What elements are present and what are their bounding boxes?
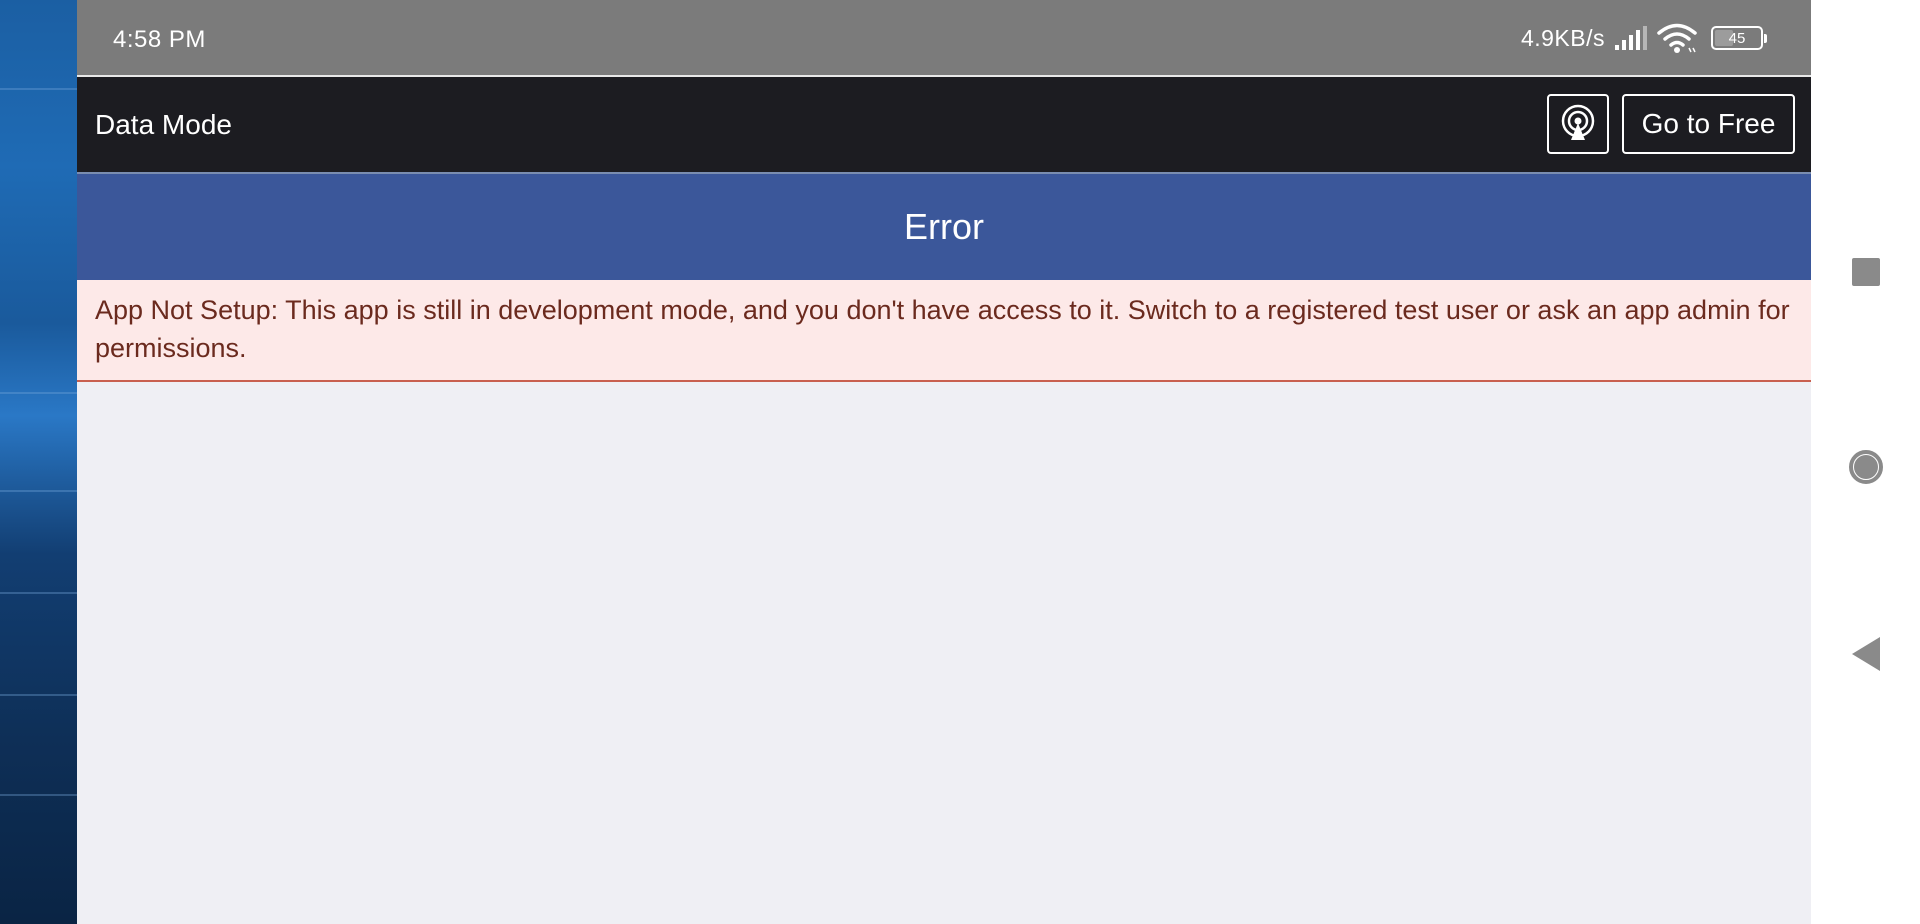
wifi-icon [1657, 23, 1697, 53]
home-button[interactable] [1811, 437, 1920, 497]
app-header: Data Mode Go to Free [77, 77, 1811, 174]
status-bar: 4:58 PM 4.9KB/s 45 [77, 0, 1811, 77]
network-speed: 4.9KB/s [1520, 24, 1605, 51]
battery-icon: 45 [1711, 26, 1767, 50]
home-circle-icon [1848, 450, 1883, 484]
back-triangle-icon [1851, 637, 1880, 671]
status-time: 4:58 PM [113, 26, 206, 53]
error-message: App Not Setup: This app is still in deve… [95, 295, 1790, 363]
wallpaper-strip [0, 0, 77, 924]
system-nav-bar [1811, 0, 1920, 924]
signal-bars-icon [1615, 26, 1647, 50]
error-message-box: App Not Setup: This app is still in deve… [77, 280, 1811, 382]
status-indicators: 4.9KB/s 45 [1520, 22, 1767, 54]
error-title: Error [904, 206, 984, 247]
screen: 4:58 PM 4.9KB/s 45 Data Mode Go to Free … [0, 0, 1920, 924]
content-area [77, 382, 1811, 924]
battery-level: 45 [1728, 29, 1746, 47]
error-title-bar: Error [77, 174, 1811, 280]
header-title: Data Mode [95, 109, 232, 140]
broadcast-button[interactable] [1547, 94, 1609, 154]
back-button[interactable] [1811, 624, 1920, 684]
broadcast-icon [1561, 104, 1595, 140]
recents-square-icon [1851, 258, 1880, 286]
go-to-free-button[interactable]: Go to Free [1622, 94, 1795, 154]
app-window: 4:58 PM 4.9KB/s 45 Data Mode Go to Free … [77, 0, 1811, 924]
recents-button[interactable] [1811, 242, 1920, 302]
